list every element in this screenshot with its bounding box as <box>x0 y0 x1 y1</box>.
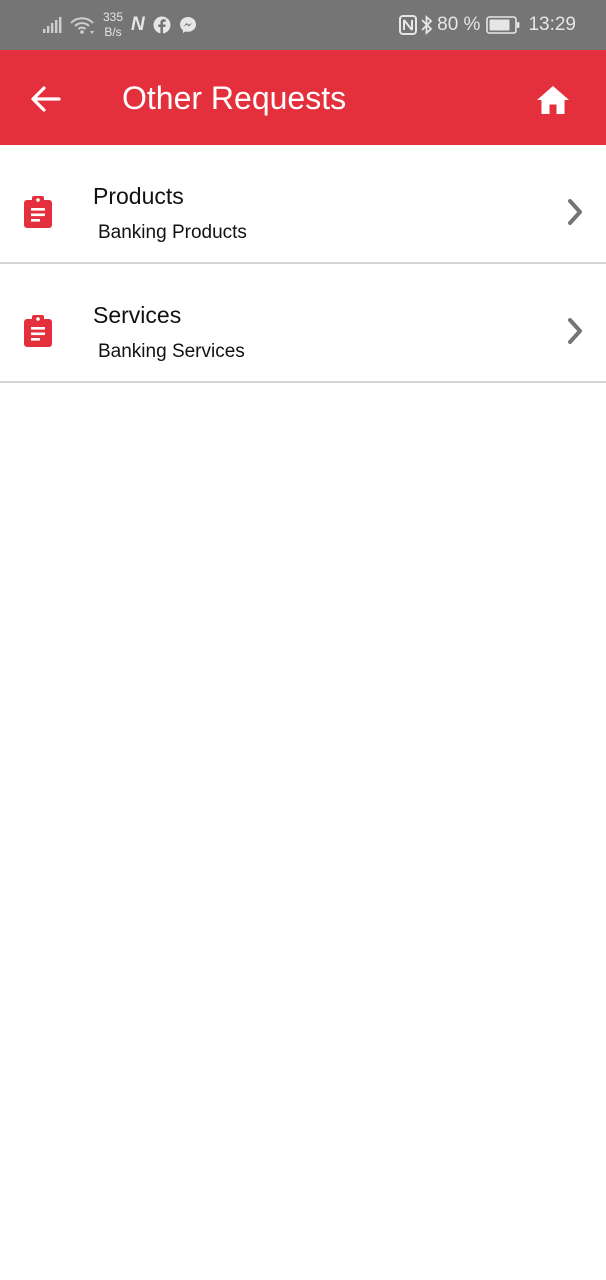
chevron-right-icon <box>564 316 586 346</box>
network-speed-unit: B/s <box>104 25 122 39</box>
home-icon <box>536 85 570 115</box>
list-item-subtitle: Banking Services <box>98 341 245 362</box>
page-title: Other Requests <box>122 80 347 116</box>
battery-percent: 80 % <box>437 14 481 35</box>
battery-icon <box>486 16 520 34</box>
home-button[interactable] <box>532 79 574 121</box>
network-speed: 335 B/s <box>103 10 123 40</box>
arrow-left-icon <box>31 86 61 112</box>
wifi-icon <box>69 15 95 35</box>
clipboard-icon <box>23 314 53 348</box>
status-bar-left: 335 B/s N <box>42 0 197 50</box>
signal-icon <box>42 16 62 34</box>
app-bar: Other Requests <box>0 50 606 145</box>
status-time: 13:29 <box>528 14 576 35</box>
clipboard-icon <box>23 195 53 229</box>
status-bar: 335 B/s N 80 % 13:29 <box>0 0 606 50</box>
back-button[interactable] <box>26 79 66 119</box>
list-item-title: Services <box>93 302 182 328</box>
list-item-title: Products <box>93 183 184 209</box>
facebook-icon <box>153 16 171 34</box>
list-item-services[interactable]: Services Banking Services <box>0 264 606 383</box>
status-bar-right: 80 % 13:29 <box>399 0 576 50</box>
request-list: Products Banking Products Services Banki… <box>0 145 606 383</box>
bluetooth-icon <box>421 15 433 35</box>
chevron-right-icon <box>564 197 586 227</box>
list-item-products[interactable]: Products Banking Products <box>0 145 606 264</box>
nfc-icon <box>399 15 418 35</box>
nfc-n-icon: N <box>131 14 145 35</box>
list-item-subtitle: Banking Products <box>98 222 247 243</box>
network-speed-value: 335 <box>103 10 124 24</box>
messenger-icon <box>179 16 197 34</box>
